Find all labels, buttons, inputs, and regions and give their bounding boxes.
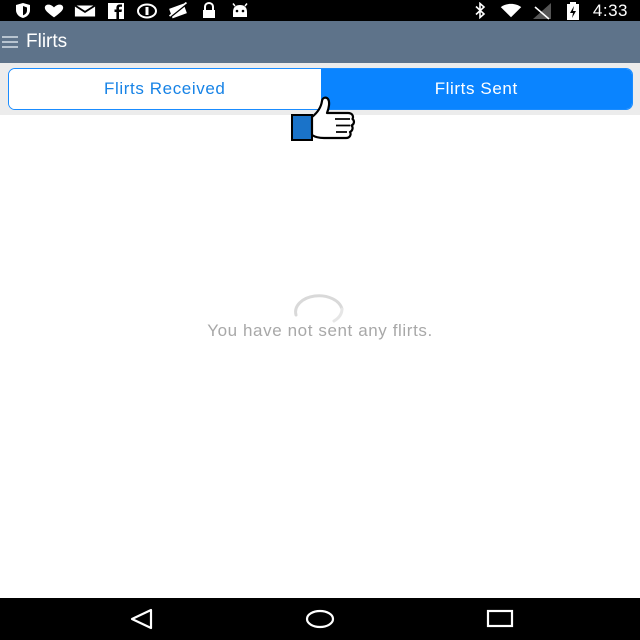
page-title: Flirts <box>26 31 68 52</box>
tab-flirts-sent[interactable]: Flirts Sent <box>320 69 632 109</box>
hamburger-menu-icon[interactable] <box>0 21 20 63</box>
lock-icon <box>198 2 220 19</box>
no-signal-icon <box>531 2 553 20</box>
wifi-icon <box>500 2 522 19</box>
mail-icon <box>74 2 96 19</box>
facebook-icon <box>105 2 127 19</box>
tab-flirts-received[interactable]: Flirts Received <box>9 69 321 109</box>
vpn-icon <box>136 2 158 19</box>
thumbs-up-icon <box>291 96 356 141</box>
back-triangle-icon[interactable] <box>112 598 172 640</box>
system-nav-bar <box>0 598 640 640</box>
bluetooth-icon <box>469 2 491 19</box>
no-location-icon <box>167 1 189 19</box>
heart-icon <box>43 2 65 19</box>
clock: 4:33 <box>592 0 628 20</box>
battery-charging-icon <box>562 1 584 20</box>
app-bar: Flirts <box>0 21 640 63</box>
home-circle-icon[interactable] <box>290 598 350 640</box>
status-bar: 4:33 <box>0 0 640 21</box>
android-icon <box>229 2 251 19</box>
empty-state-message: You have not sent any flirts. <box>207 321 433 340</box>
main-content: You have not sent any flirts. <box>0 96 640 598</box>
shield-icon <box>12 2 34 19</box>
recents-square-icon[interactable] <box>470 598 530 640</box>
